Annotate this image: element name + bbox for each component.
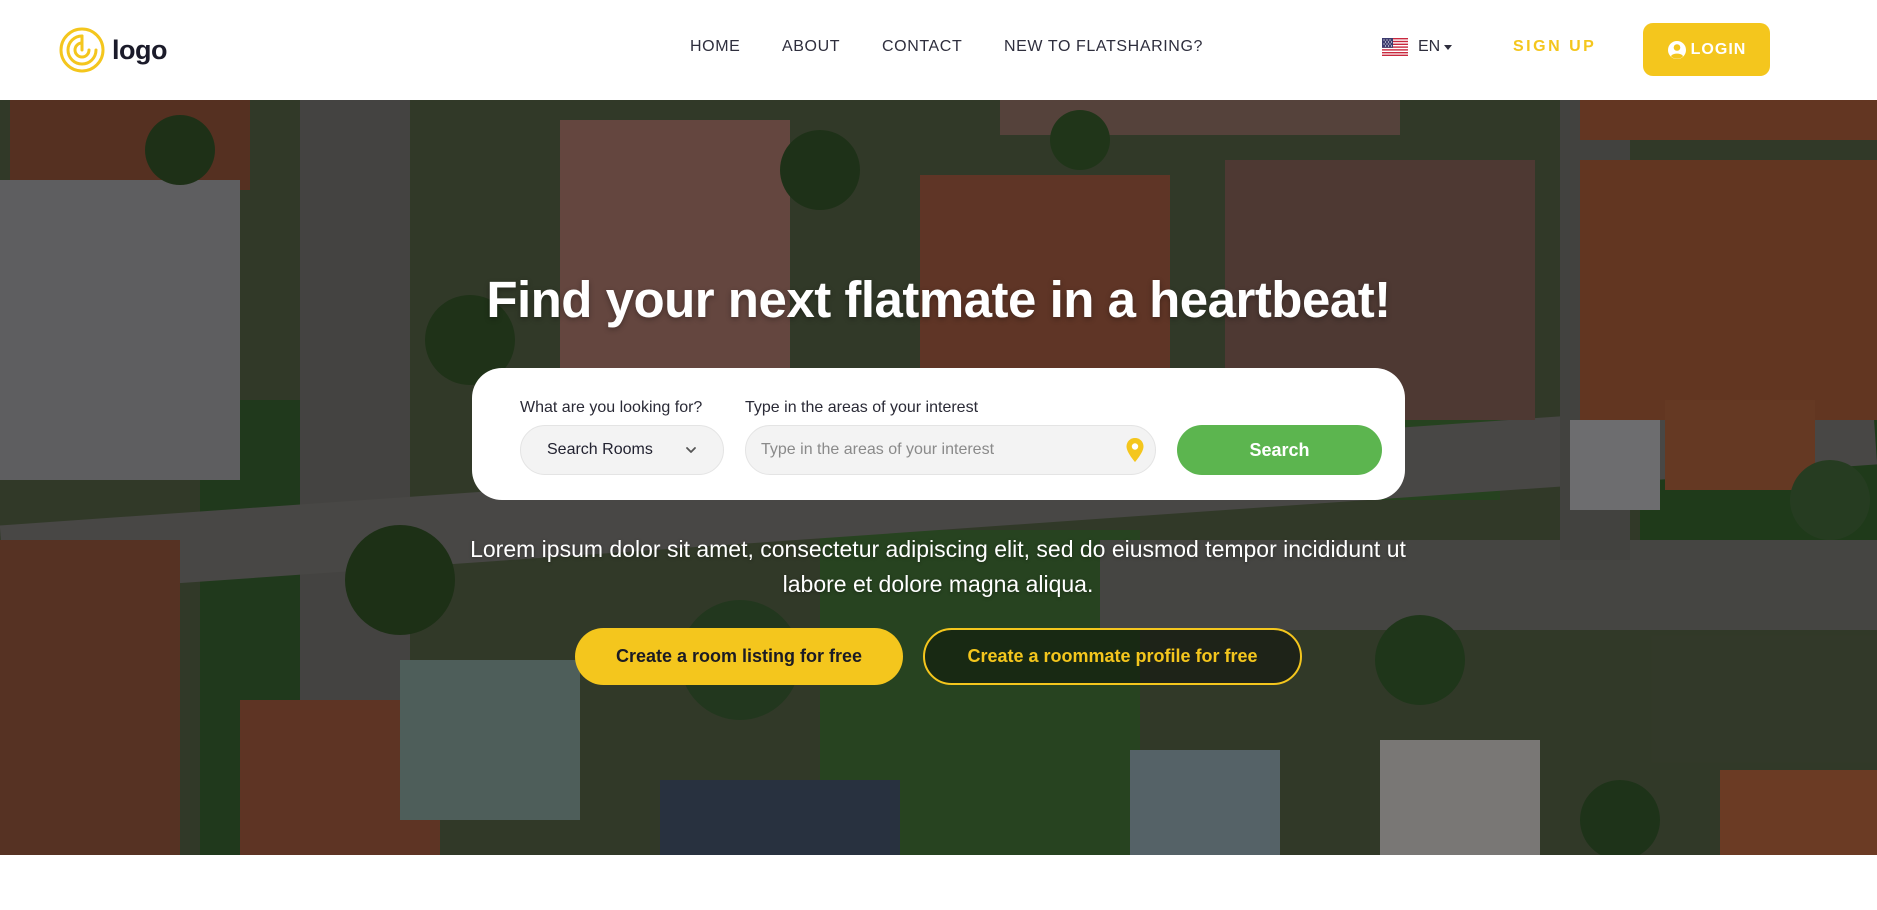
location-pin-icon[interactable] [1125, 437, 1145, 463]
signup-link[interactable]: SIGN UP [1513, 38, 1596, 56]
search-card: What are you looking for? Type in the ar… [472, 368, 1405, 500]
create-roommate-profile-button[interactable]: Create a roommate profile for free [923, 628, 1302, 685]
caret-down-icon [1444, 44, 1453, 50]
login-label: LOGIN [1690, 40, 1747, 58]
login-button[interactable]: LOGIN [1643, 23, 1770, 76]
search-area-label: Type in the areas of your interest [745, 399, 979, 416]
user-circle-icon [1667, 40, 1686, 59]
search-type-label: What are you looking for? [520, 399, 703, 416]
nav-new-to-flatsharing[interactable]: NEW TO FLATSHARING? [1004, 38, 1203, 56]
create-room-listing-button[interactable]: Create a room listing for free [575, 628, 903, 685]
language-code: EN [1418, 38, 1441, 55]
search-type-value: Search Rooms [547, 441, 653, 458]
us-flag-icon [1382, 38, 1408, 56]
hero-subtitle: Lorem ipsum dolor sit amet, consectetur … [470, 536, 1406, 597]
site-header: logo HOME ABOUT CONTACT NEW TO FLATSHARI… [0, 0, 1877, 100]
nav-contact[interactable]: CONTACT [882, 38, 962, 56]
search-button[interactable]: Search [1177, 425, 1382, 475]
area-search-input[interactable] [745, 425, 1156, 475]
hero-section: Find your next flatmate in a heartbeat! … [0, 100, 1877, 855]
chevron-down-icon [686, 447, 696, 453]
language-selector[interactable]: EN [1382, 38, 1453, 56]
search-type-select[interactable]: Search Rooms [520, 425, 724, 475]
hero-title: Find your next flatmate in a heartbeat! [486, 271, 1391, 328]
nav-home[interactable]: HOME [690, 38, 740, 56]
nav-about[interactable]: ABOUT [782, 38, 840, 56]
